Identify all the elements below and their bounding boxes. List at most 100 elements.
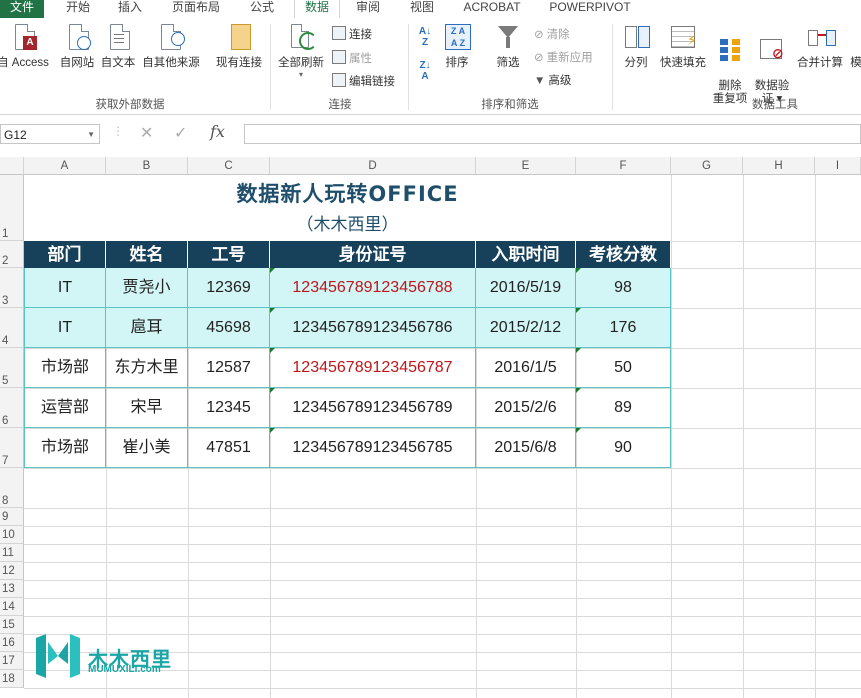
tab-home[interactable]: 开始 [56,0,100,18]
sort-ascending-button[interactable]: A↓ Z [414,26,436,48]
tab-formulas[interactable]: 公式 [240,0,284,18]
existing-connections-button[interactable]: 现有连接 [212,22,266,70]
column-header-g[interactable]: G [671,157,743,175]
header-department[interactable]: 部门 [24,241,106,268]
tab-view[interactable]: 视图 [400,0,444,18]
refresh-all-button[interactable]: 全部刷新 ▾ [274,22,328,79]
tab-data[interactable]: 数据 [294,0,340,19]
tab-file[interactable]: 文件 [0,0,44,18]
table-cell[interactable]: 123456789123456786 [270,308,476,348]
table-cell[interactable]: 47851 [188,428,270,468]
sort-button[interactable]: Z AA Z 排序 [440,22,474,70]
data-validation-button[interactable]: ⊘ 数据验 证 ▾ [752,22,792,106]
table-cell[interactable]: 12587 [188,348,270,388]
column-header-i[interactable]: I [815,157,861,175]
from-text-button[interactable]: 自文本 [98,22,138,70]
row-header-5[interactable]: 5 [0,348,24,388]
tab-insert[interactable]: 插入 [108,0,152,18]
table-cell[interactable]: 宋早 [106,388,188,428]
row-header-7[interactable]: 7 [0,428,24,468]
header-score[interactable]: 考核分数 [576,241,671,268]
reapply-button[interactable]: ⊘ 重新应用 [534,49,593,65]
clear-filter-button[interactable]: ⊘ 清除 [534,26,570,42]
row-header-6[interactable]: 6 [0,388,24,428]
table-cell[interactable]: 45698 [188,308,270,348]
table-cell[interactable]: 123456789123456785 [270,428,476,468]
table-cell[interactable]: 123456789123456788 [270,268,476,308]
column-header-e[interactable]: E [476,157,576,175]
tab-acrobat[interactable]: ACROBAT [456,0,528,18]
column-header-b[interactable]: B [106,157,188,175]
table-cell[interactable]: IT [24,308,106,348]
column-header-d[interactable]: D [270,157,476,175]
tab-review[interactable]: 审阅 [346,0,390,18]
row-header-1[interactable]: 1 [0,175,24,241]
chevron-down-icon[interactable]: ▼ [87,125,95,145]
table-cell[interactable]: 12369 [188,268,270,308]
row-header-3[interactable]: 3 [0,268,24,308]
column-header-c[interactable]: C [188,157,270,175]
row-header-2[interactable]: 2 [0,241,24,268]
remove-duplicates-button[interactable]: 删除 重复项 [708,22,752,106]
tab-powerpivot[interactable]: POWERPIVOT [544,0,636,18]
table-cell[interactable]: 89 [576,388,671,428]
tab-page-layout[interactable]: 页面布局 [164,0,228,18]
advanced-filter-button[interactable]: ▼ 高级 [534,72,571,88]
header-name[interactable]: 姓名 [106,241,188,268]
row-header-14[interactable]: 14 [0,598,24,616]
row-header-11[interactable]: 11 [0,544,24,562]
table-cell[interactable]: IT [24,268,106,308]
from-web-button[interactable]: 自网站 [54,22,100,70]
sort-descending-button[interactable]: Z↓ A [414,60,436,82]
header-id-number[interactable]: 身份证号 [270,241,476,268]
table-cell[interactable]: 贾尧小 [106,268,188,308]
row-header-8[interactable]: 8 [0,468,24,508]
table-cell[interactable]: 123456789123456787 [270,348,476,388]
header-employee-id[interactable]: 工号 [188,241,270,268]
table-cell[interactable]: 2016/5/19 [476,268,576,308]
row-header-13[interactable]: 13 [0,580,24,598]
row-header-12[interactable]: 12 [0,562,24,580]
table-cell[interactable]: 90 [576,428,671,468]
table-cell[interactable]: 运营部 [24,388,106,428]
table-cell[interactable]: 扈耳 [106,308,188,348]
row-header-4[interactable]: 4 [0,308,24,348]
row-header-10[interactable]: 10 [0,526,24,544]
cancel-icon[interactable]: ✕ [140,123,153,143]
table-cell[interactable]: 市场部 [24,348,106,388]
table-cell[interactable]: 123456789123456789 [270,388,476,428]
table-cell[interactable]: 崔小美 [106,428,188,468]
flash-fill-button[interactable]: ⚡ 快速填充 [656,22,710,70]
table-cell[interactable]: 2016/1/5 [476,348,576,388]
formula-input[interactable] [244,124,861,144]
column-header-a[interactable]: A [24,157,106,175]
properties-button[interactable]: 属性 [332,50,372,66]
name-box[interactable]: G12 ▼ [0,124,100,144]
edit-links-button[interactable]: 编辑链接 [332,73,395,89]
table-cell[interactable]: 176 [576,308,671,348]
row-header-15[interactable]: 15 [0,616,24,634]
column-header-f[interactable]: F [576,157,671,175]
table-cell[interactable]: 2015/2/6 [476,388,576,428]
header-hire-date[interactable]: 入职时间 [476,241,576,268]
confirm-icon[interactable]: ✓ [174,123,187,143]
row-header-18[interactable]: 18 [0,670,24,688]
row-header-17[interactable]: 17 [0,652,24,670]
row-header-16[interactable]: 16 [0,634,24,652]
table-cell[interactable]: 东方木里 [106,348,188,388]
connections-button[interactable]: 连接 [332,26,372,42]
text-to-columns-button[interactable]: 分列 [618,22,654,70]
what-if-analysis-button[interactable]: 模 [846,22,861,70]
table-cell[interactable]: 12345 [188,388,270,428]
filter-button[interactable]: 筛选 [490,22,526,70]
from-access-button[interactable]: A 自 Access [0,22,52,70]
consolidate-button[interactable]: 合并计算 [794,22,846,70]
from-other-sources-button[interactable]: 自其他来源 [138,22,204,70]
table-cell[interactable]: 2015/6/8 [476,428,576,468]
table-cell[interactable]: 98 [576,268,671,308]
insert-function-icon[interactable]: fx [210,122,225,141]
column-header-h[interactable]: H [743,157,815,175]
table-cell[interactable]: 2015/2/12 [476,308,576,348]
row-header-9[interactable]: 9 [0,508,24,526]
select-all-corner[interactable] [0,157,24,175]
